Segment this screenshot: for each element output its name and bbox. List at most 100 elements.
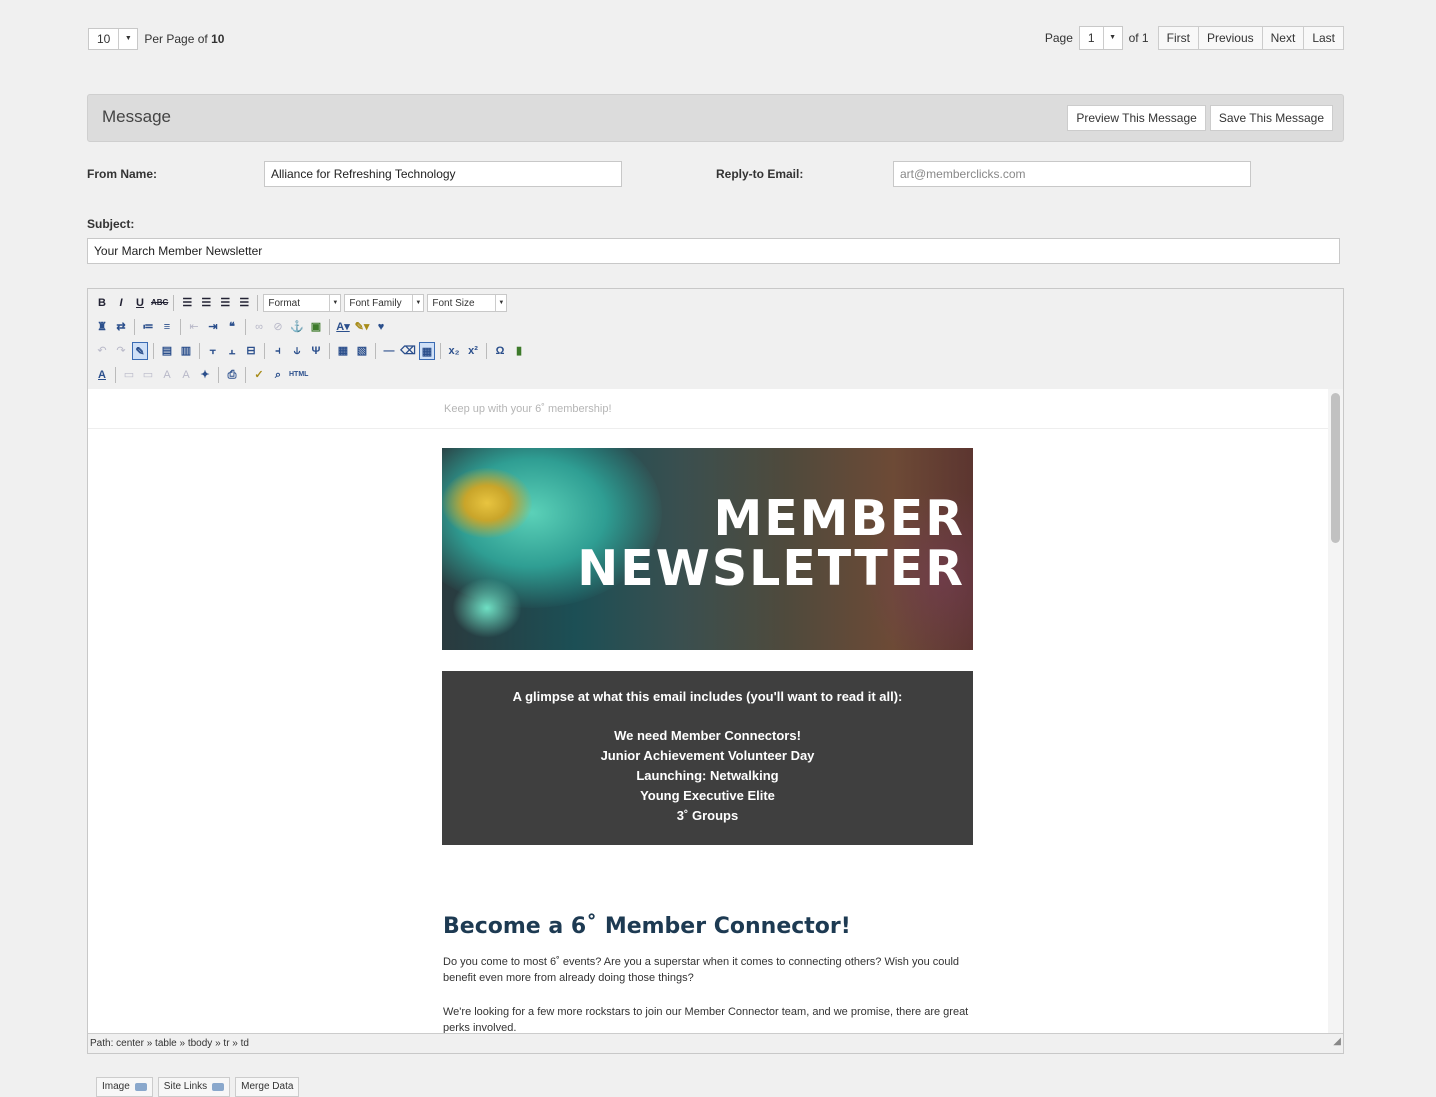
bullet-list-icon[interactable]: ≔ (140, 318, 156, 336)
align-right-icon[interactable]: ☰ (217, 294, 233, 312)
newsletter-hero-image: MEMBER NEWSLETTER (442, 448, 973, 650)
indent-icon[interactable]: ⇥ (205, 318, 221, 336)
blockquote-icon[interactable]: ❝ (224, 318, 240, 336)
rich-text-editor: B I U ABC ☰ ☰ ☰ ☰ Format ▼ Font Family ▼ F… (87, 288, 1344, 1054)
undo-icon[interactable]: ↶ (94, 342, 110, 360)
image-icon[interactable]: ▣ (308, 318, 324, 336)
font-family-select[interactable]: Font Family ▼ (344, 294, 425, 312)
align-justify-icon[interactable]: ☰ (236, 294, 252, 312)
remove-format-icon[interactable]: ⌫ (400, 342, 416, 360)
from-name-label: From Name: (87, 167, 158, 181)
image-icon (134, 1083, 147, 1091)
paragraph: Do you come to most 6˚ events? Are you a… (443, 956, 960, 984)
element-path: Path: center » table » tbody » tr » td (90, 1038, 249, 1049)
link-icon[interactable]: ∞ (251, 318, 267, 336)
total-count: 10 (211, 32, 225, 46)
numbered-list-icon[interactable]: ≡ (159, 318, 175, 336)
format-select[interactable]: Format ▼ (263, 294, 342, 312)
table-icon[interactable]: ▤ (159, 342, 175, 360)
styleprops-icon[interactable]: A (94, 366, 110, 384)
insert-image-button[interactable]: Image (96, 1077, 153, 1097)
insert-col-after-icon[interactable]: ⫝ (289, 342, 305, 360)
of-pages-label: of 1 (1128, 31, 1149, 45)
table-props-icon[interactable]: ▥ (178, 342, 194, 360)
cite-icon[interactable]: ▭ (121, 366, 137, 384)
split-cells-icon[interactable]: ▦ (335, 342, 351, 360)
previous-page-button[interactable]: Previous (1197, 26, 1263, 50)
underline-button[interactable]: U (132, 294, 148, 312)
preview-message-button[interactable]: Preview This Message (1067, 105, 1206, 131)
list-item: Young Executive Elite (640, 788, 775, 803)
editor-content-area[interactable]: Keep up with your 6˚ membership! MEMBER … (88, 389, 1328, 1033)
insert-col-before-icon[interactable]: ⫞ (270, 342, 286, 360)
visual-aid-icon[interactable]: ✎ (132, 342, 148, 360)
chevron-down-icon: ▼ (495, 295, 506, 311)
list-item: Junior Achievement Volunteer Day (600, 748, 815, 763)
chevron-down-icon: ▼ (412, 295, 423, 311)
glimpse-box: A glimpse at what this email includes (y… (442, 671, 973, 845)
delete-row-icon[interactable]: ⊟ (243, 342, 259, 360)
visual-grid-icon[interactable]: ▦ (419, 342, 435, 360)
link-icon (212, 1083, 225, 1091)
insert-row-before-icon[interactable]: ⫟ (205, 342, 221, 360)
del-icon[interactable]: A (159, 366, 175, 384)
horizontal-rule-icon[interactable]: — (381, 342, 397, 360)
reply-to-input[interactable]: art@memberclicks.com (893, 161, 1251, 187)
glimpse-intro: A glimpse at what this email includes (y… (512, 689, 903, 704)
align-center-icon[interactable]: ☰ (198, 294, 214, 312)
attributes-icon[interactable]: ✦ (197, 366, 213, 384)
subject-input[interactable]: Your March Member Newsletter (87, 238, 1340, 264)
strikethrough-button[interactable]: ABC (151, 294, 168, 312)
redo-icon[interactable]: ↷ (113, 342, 129, 360)
delete-col-icon[interactable]: Ψ (308, 342, 324, 360)
from-name-input[interactable]: Alliance for Refreshing Technology (264, 161, 622, 187)
ins-icon[interactable]: A (178, 366, 194, 384)
superscript-icon[interactable]: x² (465, 342, 481, 360)
next-page-button[interactable]: Next (1261, 26, 1305, 50)
merge-data-button[interactable]: Merge Data (235, 1077, 300, 1097)
style-icon[interactable]: ♥ (373, 318, 389, 336)
insert-row-after-icon[interactable]: ⫠ (224, 342, 240, 360)
html-source-button[interactable]: HTML (289, 366, 308, 384)
chevron-down-icon: ▼ (329, 295, 340, 311)
page-select[interactable]: 1 ▼ (1078, 26, 1123, 50)
replace-icon[interactable]: ⇄ (113, 318, 129, 336)
font-size-select[interactable]: Font Size ▼ (427, 294, 508, 312)
save-message-button[interactable]: Save This Message (1209, 105, 1333, 131)
outdent-icon[interactable]: ⇤ (186, 318, 202, 336)
scrollbar-thumb[interactable] (1331, 393, 1340, 543)
editor-path-bar: Path: center » table » tbody » tr » td ◢ (88, 1033, 1343, 1053)
page-value: 1 (1087, 31, 1095, 45)
site-links-button[interactable]: Site Links (157, 1077, 231, 1097)
italic-button[interactable]: I (113, 294, 129, 312)
text-color-icon[interactable]: A▾ (335, 318, 351, 336)
chevron-down-icon: ▼ (118, 29, 137, 49)
first-page-button[interactable]: First (1157, 26, 1199, 50)
per-page-label: Per Page of 10 (144, 32, 225, 46)
find-icon[interactable]: ♜ (94, 318, 110, 336)
paragraph: We're looking for a few more rockstars t… (443, 1006, 969, 1033)
preview-icon[interactable]: ⌕ (270, 366, 286, 384)
message-panel-header: Message Preview This Message Save This M… (87, 94, 1344, 142)
unlink-icon[interactable]: ⊘ (270, 318, 286, 336)
insert-buttons: Image Site Links Merge Data (96, 1077, 304, 1097)
bold-button[interactable]: B (94, 294, 110, 312)
align-left-icon[interactable]: ☰ (179, 294, 195, 312)
pagination-bar: 10 ▼ Per Page of 10 Page 1 ▼ of 1 First … (88, 26, 1344, 52)
last-page-button[interactable]: Last (1303, 26, 1344, 50)
spellcheck-icon[interactable]: ✓ (251, 366, 267, 384)
abbr-icon[interactable]: ▭ (140, 366, 156, 384)
panel-title: Message (102, 107, 171, 126)
media-icon[interactable]: ▮ (511, 342, 527, 360)
resize-handle-icon[interactable]: ◢ (1333, 1032, 1341, 1051)
per-page-select[interactable]: 10 ▼ (88, 28, 139, 50)
special-char-icon[interactable]: Ω (492, 342, 508, 360)
subscript-icon[interactable]: x₂ (446, 342, 462, 360)
anchor-icon[interactable]: ⚓ (289, 318, 305, 336)
per-page-control: 10 ▼ Per Page of 10 (88, 28, 224, 50)
print-icon[interactable]: ⎙ (224, 366, 240, 384)
per-page-value: 10 (97, 32, 111, 46)
list-item: 3˚ Groups (676, 808, 739, 823)
highlight-color-icon[interactable]: ✎▾ (354, 318, 370, 336)
merge-cells-icon[interactable]: ▧ (354, 342, 370, 360)
